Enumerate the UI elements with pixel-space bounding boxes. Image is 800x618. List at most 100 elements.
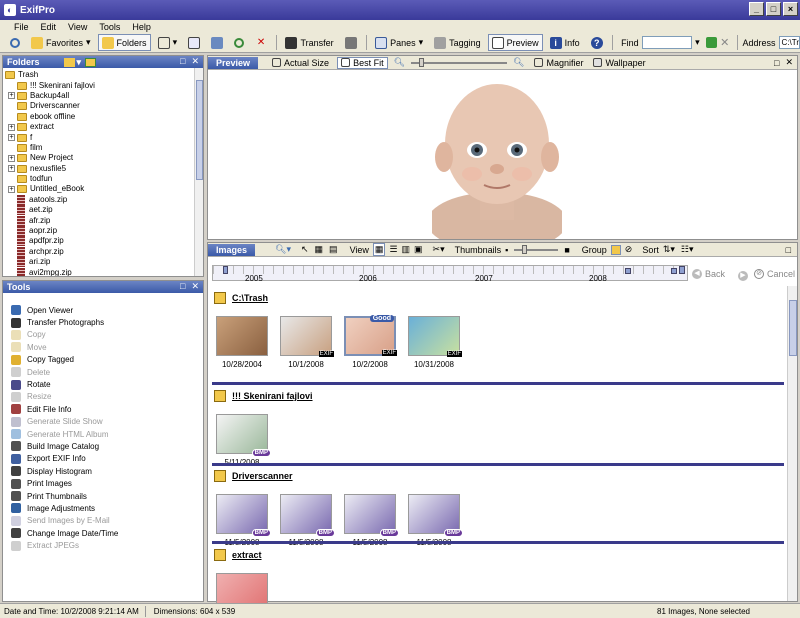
image-thumbnail[interactable]: BMP: [216, 414, 271, 457]
folder-tree-item[interactable]: + f: [5, 132, 203, 142]
folder-tree-item[interactable]: apdfpr.zip: [5, 236, 203, 247]
image-thumbnail[interactable]: BMP: [280, 494, 335, 537]
group-header[interactable]: C:\Trash: [214, 292, 268, 304]
folders-button[interactable]: Folders: [97, 34, 151, 51]
find-input[interactable]: [641, 36, 693, 49]
tool-item[interactable]: Display Histogram: [11, 465, 203, 477]
expand-icon[interactable]: +: [8, 185, 15, 193]
actual-size-button[interactable]: Actual Size: [272, 58, 329, 68]
tool-item[interactable]: Transfer Photographs: [11, 316, 203, 328]
group-header[interactable]: !!! Skenirani fajlovi: [214, 390, 313, 402]
info-button[interactable]: i Info: [546, 34, 584, 51]
view-thumbs-icon[interactable]: ▦: [372, 243, 386, 256]
tool-item[interactable]: Open Viewer: [11, 304, 203, 316]
menu-view[interactable]: View: [68, 22, 87, 32]
best-fit-button[interactable]: Best Fit: [337, 56, 388, 69]
zoom-slider-thumb[interactable]: [419, 57, 425, 67]
new-folder-icon[interactable]: [63, 57, 75, 67]
images-scrollbar[interactable]: [787, 286, 797, 601]
print-button[interactable]: [341, 34, 361, 51]
folder-tree-item[interactable]: Trash: [5, 70, 203, 80]
chevron-down-icon[interactable]: ▾: [77, 57, 82, 68]
folder-tree-item[interactable]: ari.zip: [5, 257, 203, 268]
zoom-slider[interactable]: [411, 57, 508, 67]
view-preview-icon[interactable]: ▣: [414, 244, 423, 255]
group-folder-icon[interactable]: [610, 244, 621, 255]
address-field[interactable]: C:\Tr: [778, 36, 800, 49]
timeline-bar[interactable]: 2005 2006 2007 2008: [212, 265, 688, 283]
maximize-button[interactable]: □: [766, 2, 781, 16]
magnifier-button[interactable]: Magnifier: [534, 58, 583, 68]
tagging-button[interactable]: Tagging: [430, 34, 485, 51]
pane-close-icon[interactable]: ✕: [785, 57, 793, 68]
sort-options-icon[interactable]: ☷▾: [681, 244, 694, 255]
search-tool-button[interactable]: [6, 34, 24, 51]
image-thumbnail[interactable]: EXIF: [280, 316, 334, 357]
folder-favorite-icon[interactable]: [85, 57, 97, 67]
folder-tree-item[interactable]: !!! Skenirani fajlovi: [5, 80, 203, 90]
view-tiles-icon[interactable]: ▥: [402, 244, 411, 255]
sort-order-icon[interactable]: ⇅▾: [663, 244, 675, 255]
pane-restore-icon[interactable]: □: [180, 56, 185, 67]
help-button[interactable]: ?: [587, 34, 607, 51]
folder-tree-item[interactable]: film: [5, 143, 203, 153]
folder-tree-item[interactable]: archpr.zip: [5, 246, 203, 257]
clear-filter-icon[interactable]: ✕: [720, 37, 732, 49]
pane-restore-icon[interactable]: □: [786, 245, 791, 255]
cancel-button[interactable]: ⊘ Cancel: [754, 269, 795, 279]
folder-tree-item[interactable]: + New Project: [5, 153, 203, 163]
menu-tools[interactable]: Tools: [99, 22, 120, 32]
pane-close-icon[interactable]: ✕: [191, 56, 199, 67]
pane-restore-icon[interactable]: □: [180, 281, 185, 292]
preview-button[interactable]: Preview: [487, 34, 543, 51]
arrange-icon[interactable]: ▤: [329, 244, 338, 255]
refresh-button[interactable]: [230, 34, 248, 51]
folder-tree-item[interactable]: + extract: [5, 122, 203, 132]
tools-icon[interactable]: ✂▾: [433, 244, 445, 255]
group-header[interactable]: extract: [214, 549, 262, 561]
minimize-button[interactable]: _: [749, 2, 764, 16]
tool-item[interactable]: Rotate: [11, 378, 203, 390]
back-button[interactable]: ◀ Back: [692, 269, 725, 279]
image-list-button[interactable]: [207, 34, 227, 51]
favorites-button[interactable]: Favorites ▾: [27, 34, 95, 51]
transfer-button[interactable]: Transfer: [281, 34, 337, 51]
image-thumbnail[interactable]: BMP: [344, 494, 399, 537]
folder-tree-scrollbar[interactable]: [194, 68, 203, 276]
expand-icon[interactable]: +: [8, 165, 15, 173]
wallpaper-button[interactable]: Wallpaper: [593, 58, 646, 68]
close-button[interactable]: ×: [783, 2, 798, 16]
folder-tree-item[interactable]: ebook offline: [5, 112, 203, 122]
zoom-out-icon[interactable]: 🔍︎: [394, 57, 405, 68]
expand-icon[interactable]: +: [8, 92, 15, 100]
folder-tree-item[interactable]: avi2mpg.zip: [5, 267, 203, 276]
folder-tree-item[interactable]: todfun: [5, 174, 203, 184]
menu-help[interactable]: Help: [132, 22, 151, 32]
expand-icon[interactable]: +: [8, 123, 15, 131]
tool-item[interactable]: Print Images: [11, 477, 203, 489]
folder-tree-item[interactable]: afr.zip: [5, 215, 203, 226]
image-thumbnail[interactable]: EXIF: [408, 316, 462, 357]
tool-item[interactable]: Print Thumbnails: [11, 490, 203, 502]
chevron-down-icon[interactable]: ▾: [695, 37, 703, 49]
group-header[interactable]: Driverscanner: [214, 470, 293, 482]
stop-button[interactable]: ✕: [251, 34, 271, 51]
menu-edit[interactable]: Edit: [41, 22, 57, 32]
group-tag-icon[interactable]: ⊘: [625, 244, 633, 255]
pointer-icon[interactable]: ↖: [301, 244, 309, 255]
folder-tree-item[interactable]: aet.zip: [5, 205, 203, 216]
panes-button[interactable]: Panes ▾: [371, 34, 427, 51]
thumbnail-slider-thumb[interactable]: [522, 244, 528, 254]
tool-item[interactable]: Edit File Info: [11, 403, 203, 415]
image-thumbnail[interactable]: [216, 316, 268, 356]
tool-item[interactable]: Image Adjustments: [11, 502, 203, 514]
view-mode-button[interactable]: ▾: [154, 34, 182, 51]
scrollbar-thumb[interactable]: [789, 300, 797, 356]
image-thumbnail[interactable]: Good EXIF: [344, 315, 397, 356]
tool-item[interactable]: Export EXIF Info: [11, 453, 203, 465]
expand-icon[interactable]: +: [8, 134, 15, 142]
tool-item[interactable]: Change Image Date/Time: [11, 527, 203, 539]
tool-item[interactable]: Build Image Catalog: [11, 440, 203, 452]
folder-tree-item[interactable]: aopr.zip: [5, 226, 203, 237]
folder-tree-item[interactable]: + Untitled_eBook: [5, 184, 203, 194]
